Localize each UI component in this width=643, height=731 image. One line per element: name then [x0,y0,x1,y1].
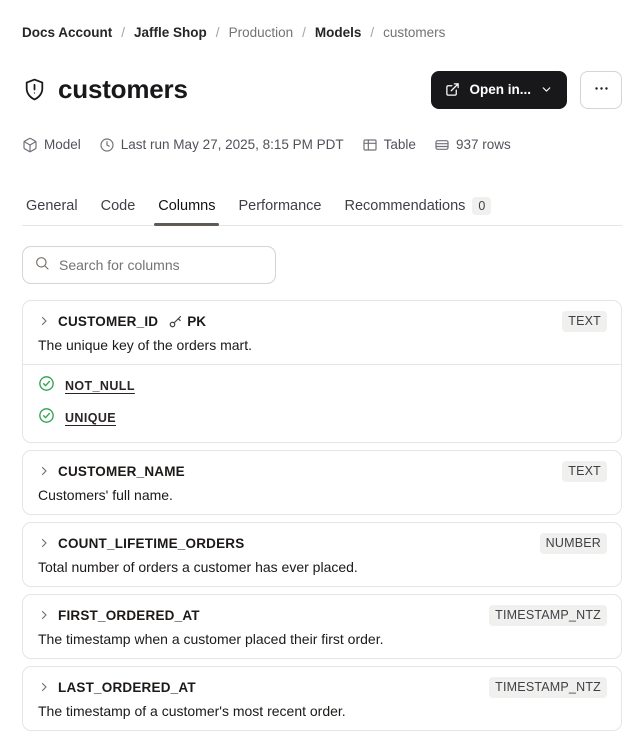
meta-last-run-label: Last run May 27, 2025, 8:15 PM PDT [120,137,344,153]
tab-performance[interactable]: Performance [234,197,325,226]
column-title-row: COUNT_LIFETIME_ORDERS NUMBER [38,532,607,554]
column-type-badge: NUMBER [539,533,607,554]
open-in-button[interactable]: Open in... [431,70,567,109]
chevron-right-icon[interactable] [38,609,50,621]
breadcrumb-item-production: Production [228,25,294,40]
column-title-row: CUSTOMER_ID PK TEXT [38,310,607,332]
column-card-customer-name: CUSTOMER_NAME TEXT Customers' full name. [22,450,622,516]
recommendations-count-badge: 0 [472,196,492,216]
meta-row-count-label: 937 rows [455,137,511,153]
column-description: The unique key of the orders mart. [38,337,252,354]
column-title-row: FIRST_ORDERED_AT TIMESTAMP_NTZ [38,604,607,626]
column-name[interactable]: COUNT_LIFETIME_ORDERS [58,536,244,551]
test-row: UNIQUE [38,402,606,434]
tab-general[interactable]: General [22,197,82,226]
meta-materialization-label: Table [383,137,416,153]
chevron-down-icon [540,83,553,96]
table-icon [362,137,378,153]
ellipsis-icon [593,80,610,100]
columns-list: CUSTOMER_ID PK TEXT The unique key of th… [22,300,622,731]
column-name[interactable]: FIRST_ORDERED_AT [58,608,200,623]
column-card-main: CUSTOMER_NAME TEXT Customers' full name. [23,451,621,514]
column-description: Customers' full name. [38,487,173,504]
meta-resource-type-label: Model [44,137,81,153]
model-cube-icon [22,137,38,153]
pk-label: PK [187,313,206,329]
chevron-right-icon[interactable] [38,465,50,477]
breadcrumb-item-docs-account[interactable]: Docs Account [22,25,112,40]
search-input[interactable] [59,257,264,274]
check-circle-icon [38,407,55,429]
column-name[interactable]: CUSTOMER_ID [58,314,158,329]
test-link-not-null[interactable]: NOT_NULL [65,379,135,393]
column-search [22,246,276,285]
meta-row: Model Last run May 27, 2025, 8:15 PM PDT… [22,137,622,153]
breadcrumb-item-models[interactable]: Models [315,25,362,40]
column-description: The timestamp of a customer's most recen… [38,703,346,720]
breadcrumb-separator: / [121,25,126,40]
open-in-label: Open in... [469,82,531,98]
column-card-main: COUNT_LIFETIME_ORDERS NUMBER Total numbe… [23,523,621,586]
key-icon [168,314,183,329]
breadcrumb-separator: / [370,25,375,40]
meta-materialization: Table [362,137,416,153]
column-card-customer-id: CUSTOMER_ID PK TEXT The unique key of th… [22,300,622,444]
meta-resource-type: Model [22,137,81,153]
breadcrumb: Docs Account / Jaffle Shop / Production … [22,25,622,40]
breadcrumb-separator: / [215,25,220,40]
column-title-row: LAST_ORDERED_AT TIMESTAMP_NTZ [38,676,607,698]
test-row: NOT_NULL [38,370,606,402]
chevron-right-icon[interactable] [38,315,50,327]
column-card-count-lifetime-orders: COUNT_LIFETIME_ORDERS NUMBER Total numbe… [22,522,622,588]
breadcrumb-item-jaffle-shop[interactable]: Jaffle Shop [134,25,207,40]
chevron-right-icon[interactable] [38,537,50,549]
breadcrumb-separator: / [302,25,306,40]
title-group: customers [22,57,431,123]
column-type-badge: TIMESTAMP_NTZ [489,605,607,626]
column-card-first-ordered-at: FIRST_ORDERED_AT TIMESTAMP_NTZ The times… [22,594,622,660]
tab-recommendations-label: Recommendations [344,198,466,215]
column-card-main: FIRST_ORDERED_AT TIMESTAMP_NTZ The times… [23,595,621,658]
column-type-badge: TEXT [562,461,607,482]
column-name[interactable]: CUSTOMER_NAME [58,464,185,479]
tab-bar: General Code Columns Performance Recomme… [22,196,622,227]
column-card-main: LAST_ORDERED_AT TIMESTAMP_NTZ The timest… [23,667,621,730]
page-header: customers Open in... [22,57,622,123]
rows-stack-icon [434,137,450,153]
column-title-row: CUSTOMER_NAME TEXT [38,460,607,482]
column-card-last-ordered-at: LAST_ORDERED_AT TIMESTAMP_NTZ The timest… [22,666,622,731]
column-card-main: CUSTOMER_ID PK TEXT The unique key of th… [23,301,621,364]
page-title: customers [58,74,188,105]
tab-performance-label: Performance [238,198,322,215]
external-link-icon [445,82,460,97]
tab-code-label: Code [100,198,136,215]
column-tests: NOT_NULL UNIQUE [23,364,621,442]
search-icon [34,255,50,276]
more-actions-button[interactable] [580,70,622,109]
chevron-right-icon[interactable] [38,681,50,693]
meta-last-run: Last run May 27, 2025, 8:15 PM PDT [99,137,344,153]
column-name[interactable]: LAST_ORDERED_AT [58,680,196,695]
tab-columns-label: Columns [158,198,216,215]
header-actions: Open in... [431,70,622,109]
check-circle-icon [38,375,55,397]
shield-alert-icon [22,77,47,102]
clock-icon [99,137,115,153]
column-type-badge: TEXT [562,311,607,332]
tab-code[interactable]: Code [97,197,140,226]
column-description: The timestamp when a customer placed the… [38,631,384,648]
meta-row-count: 937 rows [434,137,511,153]
test-link-unique[interactable]: UNIQUE [65,411,116,425]
column-type-badge: TIMESTAMP_NTZ [489,677,607,698]
column-description: Total number of orders a customer has ev… [38,559,358,576]
tab-recommendations[interactable]: Recommendations 0 [341,196,496,226]
tab-general-label: General [26,198,78,215]
model-detail-page: Docs Account / Jaffle Shop / Production … [0,0,643,731]
primary-key-tag: PK [168,314,206,329]
breadcrumb-item-customers: customers [383,25,446,40]
tab-columns[interactable]: Columns [154,197,220,226]
